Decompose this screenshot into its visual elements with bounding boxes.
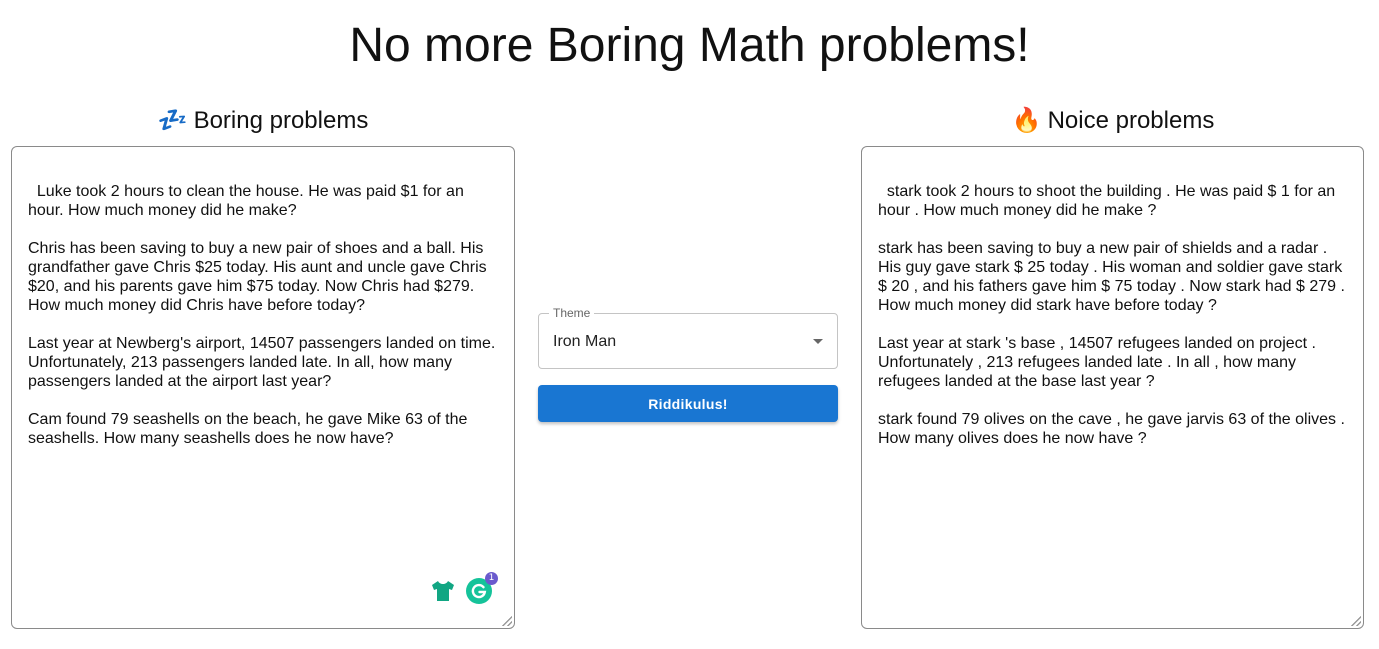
- grammarly-icon[interactable]: 1: [466, 572, 498, 604]
- tshirt-icon[interactable]: [430, 579, 456, 603]
- noice-problems-text: stark took 2 hours to shoot the building…: [878, 183, 1345, 447]
- grammarly-badge: 1: [485, 572, 498, 585]
- theme-label: Theme: [549, 306, 595, 320]
- boring-problems-text: Luke took 2 hours to clean the house. He…: [28, 183, 496, 447]
- chevron-down-icon: [813, 339, 823, 344]
- theme-select[interactable]: Theme Iron Man: [538, 306, 838, 369]
- theme-value: Iron Man: [553, 333, 617, 350]
- noice-heading-label: Noice problems: [1047, 107, 1215, 134]
- grammarly-g-icon: [471, 583, 487, 599]
- resize-handle[interactable]: [502, 616, 512, 626]
- page-title: No more Boring Math problems!: [349, 19, 1030, 72]
- noice-heading: 🔥 Noice problems: [862, 106, 1364, 136]
- boring-problems-textarea[interactable]: Luke took 2 hours to clean the house. He…: [11, 146, 515, 629]
- boring-heading: 💤 Boring problems: [12, 106, 514, 136]
- zzz-icon: 💤: [157, 107, 188, 134]
- boring-heading-label: Boring problems: [193, 107, 369, 134]
- noice-problems-textarea[interactable]: stark took 2 hours to shoot the building…: [861, 146, 1364, 629]
- extension-icons: 1: [430, 572, 498, 604]
- resize-handle[interactable]: [1351, 616, 1361, 626]
- fire-icon: 🔥: [1011, 107, 1042, 134]
- riddikulus-button[interactable]: Riddikulus!: [538, 385, 838, 422]
